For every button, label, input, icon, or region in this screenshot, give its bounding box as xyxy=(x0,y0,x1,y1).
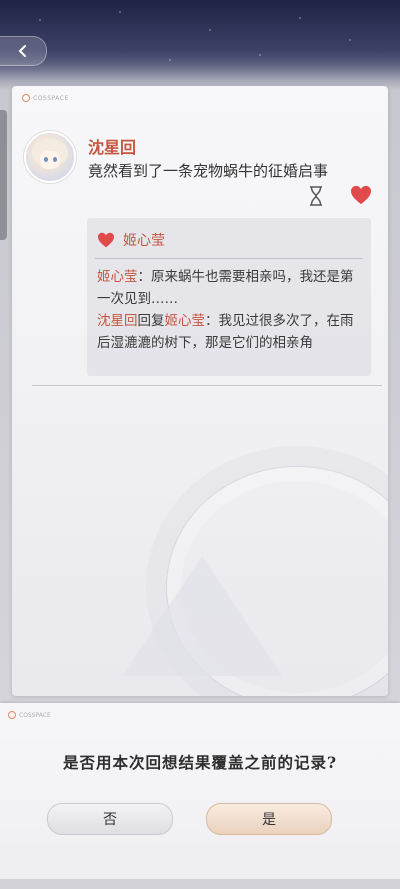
card-brand: COSSPACE xyxy=(22,94,69,102)
post-text: 竟然看到了一条宠物蜗牛的征婚启事 xyxy=(88,162,329,180)
dialog-brand: COSSPACE xyxy=(8,711,51,719)
reply-word: 回复 xyxy=(137,313,165,329)
comment-panel: 姬心莹 姬心莹：原来蜗牛也需要相亲吗，我还是第一次见到…… 沈星回回复姬心莹：我… xyxy=(87,218,371,376)
hourglass-icon[interactable] xyxy=(308,186,324,206)
scroll-handle[interactable] xyxy=(0,110,7,240)
back-button[interactable] xyxy=(0,36,47,66)
brand-logo-icon xyxy=(8,711,16,719)
brand-logo-icon xyxy=(22,94,30,102)
author-name[interactable]: 沈星回 xyxy=(88,134,136,158)
dialog-question: 是否用本次回想结果覆盖之前的记录? xyxy=(62,753,338,772)
no-button[interactable]: 否 xyxy=(47,803,173,835)
card-brand-text: COSSPACE xyxy=(33,94,69,102)
heart-icon xyxy=(98,232,114,248)
comment[interactable]: 姬心莹：原来蜗牛也需要相亲吗，我还是第一次见到…… xyxy=(97,266,365,310)
yes-button-label: 是 xyxy=(262,812,276,828)
comment-author[interactable]: 姬心莹 xyxy=(97,269,138,285)
liker-name[interactable]: 姬心莹 xyxy=(123,230,165,250)
divider xyxy=(95,258,363,259)
reply-target[interactable]: 姬心莹 xyxy=(165,313,206,329)
divider xyxy=(32,385,382,386)
dialog-brand-text: COSSPACE xyxy=(19,711,51,719)
like-row: 姬心莹 xyxy=(97,230,165,250)
chevron-left-icon xyxy=(18,45,26,57)
no-button-label: 否 xyxy=(103,812,117,828)
comment[interactable]: 沈星回回复姬心莹：我见过很多次了，在雨后湿漉漉的树下，那是它们的相亲角 xyxy=(97,310,365,354)
yes-button[interactable]: 是 xyxy=(206,803,332,835)
avatar[interactable] xyxy=(24,131,76,183)
comment-author[interactable]: 沈星回 xyxy=(97,313,138,329)
heart-icon[interactable] xyxy=(350,185,372,205)
moment-card: COSSPACE 沈星回 竟然看到了一条宠物蜗牛的征婚启事 姬心莹 姬心莹：原来… xyxy=(12,86,388,696)
overwrite-dialog: COSSPACE 是否用本次回想结果覆盖之前的记录? 否 是 xyxy=(0,703,400,879)
decorative-triangle xyxy=(122,556,282,676)
bottom-bar xyxy=(0,879,400,889)
starry-background xyxy=(0,0,400,90)
